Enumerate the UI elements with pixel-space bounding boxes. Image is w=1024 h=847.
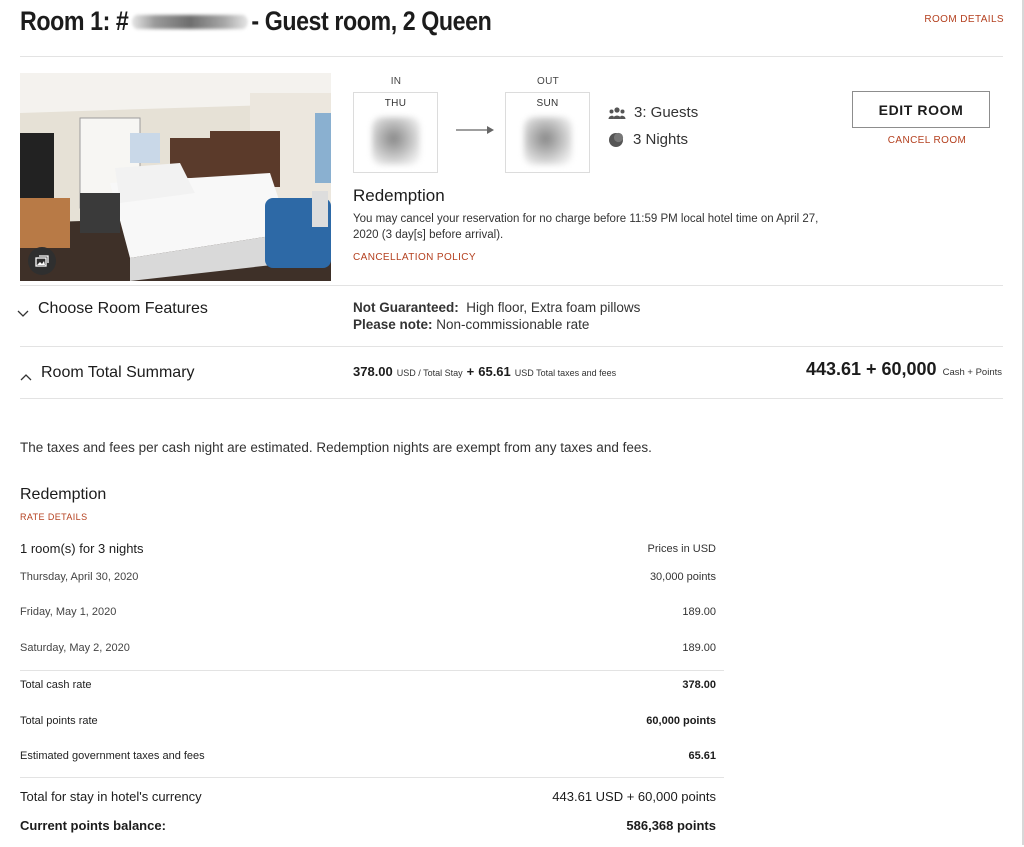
- cancellation-policy-link[interactable]: CANCELLATION POLICY: [353, 252, 476, 263]
- taxes-amount: 65.61: [478, 364, 511, 379]
- chevron-up-icon: [20, 374, 32, 381]
- please-note-label: Please note:: [353, 317, 433, 332]
- total-stay-value: 443.61 USD + 60,000 points: [552, 789, 716, 804]
- cancellation-policy-text: You may cancel your reservation for no c…: [353, 211, 818, 243]
- total-points: 60,000: [881, 359, 937, 379]
- total-label: Estimated government taxes and fees: [20, 750, 205, 762]
- nights-info: 3 Nights: [608, 131, 688, 148]
- choose-features-toggle[interactable]: Choose Room Features: [17, 300, 208, 318]
- check-out-date-box: SUN: [505, 92, 590, 173]
- gallery-button[interactable]: [28, 247, 56, 275]
- total-value: 65.61: [688, 750, 716, 762]
- summary-plus-1: +: [466, 364, 475, 379]
- points-balance-row: Current points balance: 586,368 points: [20, 818, 716, 833]
- room-total-summary-toggle[interactable]: Room Total Summary: [20, 364, 195, 382]
- redacted-check-in-date: [371, 117, 420, 165]
- taxes-note: The taxes and fees per cash night are es…: [20, 440, 652, 455]
- guests-info: 3: Guests: [608, 104, 698, 121]
- choose-features-title: Choose Room Features: [38, 300, 208, 317]
- check-out-day: SUN: [536, 98, 559, 109]
- summary-total: 443.61 + 60,000 Cash + Points: [806, 359, 1002, 380]
- stay-amount: 378.00: [353, 364, 393, 379]
- total-label: Total cash rate: [20, 679, 92, 691]
- header-divider: [20, 56, 1003, 57]
- rate-details-link[interactable]: RATE DETAILS: [20, 512, 87, 522]
- not-guaranteed-line: Not Guaranteed: High floor, Extra foam p…: [353, 299, 640, 316]
- room-title-suffix: - Guest room, 2 Queen: [251, 6, 492, 36]
- chevron-down-icon: [17, 310, 29, 317]
- prices-in-label: Prices in USD: [647, 542, 716, 555]
- nights-divider: [20, 670, 724, 671]
- summary-breakdown: 378.00 USD / Total Stay + 65.61 USD Tota…: [353, 364, 616, 379]
- please-note-line: Please note: Non-commissionable rate: [353, 316, 640, 333]
- room-details-link[interactable]: ROOM DETAILS: [924, 14, 1004, 25]
- features-divider-top: [20, 285, 1003, 286]
- room-total-summary-title: Room Total Summary: [41, 364, 195, 381]
- check-out-label: OUT: [536, 76, 559, 87]
- summary-plus-2: +: [866, 359, 877, 379]
- rate-heading: Redemption: [20, 486, 107, 503]
- table-row: Saturday, May 2, 2020 189.00: [20, 642, 716, 654]
- night-price: 189.00: [682, 606, 716, 618]
- total-unit: Cash + Points: [942, 367, 1002, 378]
- points-balance-label: Current points balance:: [20, 818, 166, 833]
- table-row: Total points rate 60,000 points: [20, 715, 716, 727]
- table-row: Total cash rate 378.00: [20, 679, 716, 691]
- total-stay-label: Total for stay in hotel's currency: [20, 789, 202, 804]
- night-price: 189.00: [682, 642, 716, 654]
- table-row: Friday, May 1, 2020 189.00: [20, 606, 716, 618]
- table-row: Estimated government taxes and fees 65.6…: [20, 750, 716, 762]
- not-guaranteed-label: Not Guaranteed:: [353, 300, 459, 315]
- edit-room-button[interactable]: EDIT ROOM: [852, 91, 990, 128]
- nights-count: 3 Nights: [633, 131, 689, 148]
- moon-icon: [609, 132, 624, 147]
- room-title-prefix: Room 1: #: [20, 6, 129, 36]
- check-in-date-box: THU: [353, 92, 438, 173]
- night-date: Thursday, April 30, 2020: [20, 571, 139, 583]
- night-date: Friday, May 1, 2020: [20, 606, 117, 618]
- arrow-right-icon: [456, 126, 494, 134]
- total-stay-row: Total for stay in hotel's currency 443.6…: [20, 789, 716, 804]
- room-photo-image: [20, 73, 331, 281]
- stay-unit: USD / Total Stay: [396, 368, 463, 378]
- table-row: Thursday, April 30, 2020 30,000 points: [20, 571, 716, 583]
- check-in-day: THU: [384, 98, 407, 109]
- guests-icon: [608, 106, 626, 119]
- night-date: Saturday, May 2, 2020: [20, 642, 130, 654]
- total-label: Total points rate: [20, 715, 98, 727]
- points-balance-value: 586,368 points: [626, 818, 716, 833]
- redemption-heading: Redemption: [353, 186, 445, 205]
- taxes-unit: USD Total taxes and fees: [514, 368, 617, 378]
- room-photo[interactable]: [20, 73, 331, 281]
- summary-divider-bottom: [20, 398, 1003, 399]
- room-features-info: Not Guaranteed: High floor, Extra foam p…: [353, 299, 640, 333]
- total-cash: 443.61: [805, 359, 861, 379]
- rate-header-row: 1 room(s) for 3 nights Prices in USD: [20, 541, 716, 556]
- cancel-room-link[interactable]: CANCEL ROOM: [852, 135, 1002, 146]
- policy-line-2: 2020 (3 day[s] before arrival).: [353, 229, 504, 241]
- guests-count: 3: Guests: [634, 104, 699, 121]
- check-in-label: IN: [390, 76, 402, 87]
- night-price: 30,000 points: [649, 571, 716, 583]
- room-title: Room 1: # - Guest room, 2 Queen: [20, 6, 492, 37]
- policy-line-1: You may cancel your reservation for no c…: [353, 213, 819, 225]
- totals-divider: [20, 777, 724, 778]
- total-value: 60,000 points: [646, 715, 716, 727]
- total-value: 378.00: [682, 679, 716, 691]
- not-guaranteed-value: High floor, Extra foam pillows: [466, 300, 641, 315]
- gallery-icon: [35, 255, 49, 267]
- redacted-check-out-date: [523, 117, 572, 165]
- please-note-value: Non-commissionable rate: [436, 317, 590, 332]
- summary-divider-top: [20, 346, 1003, 347]
- rooms-for-nights: 1 room(s) for 3 nights: [20, 541, 144, 556]
- redacted-confirmation-number: [131, 14, 248, 29]
